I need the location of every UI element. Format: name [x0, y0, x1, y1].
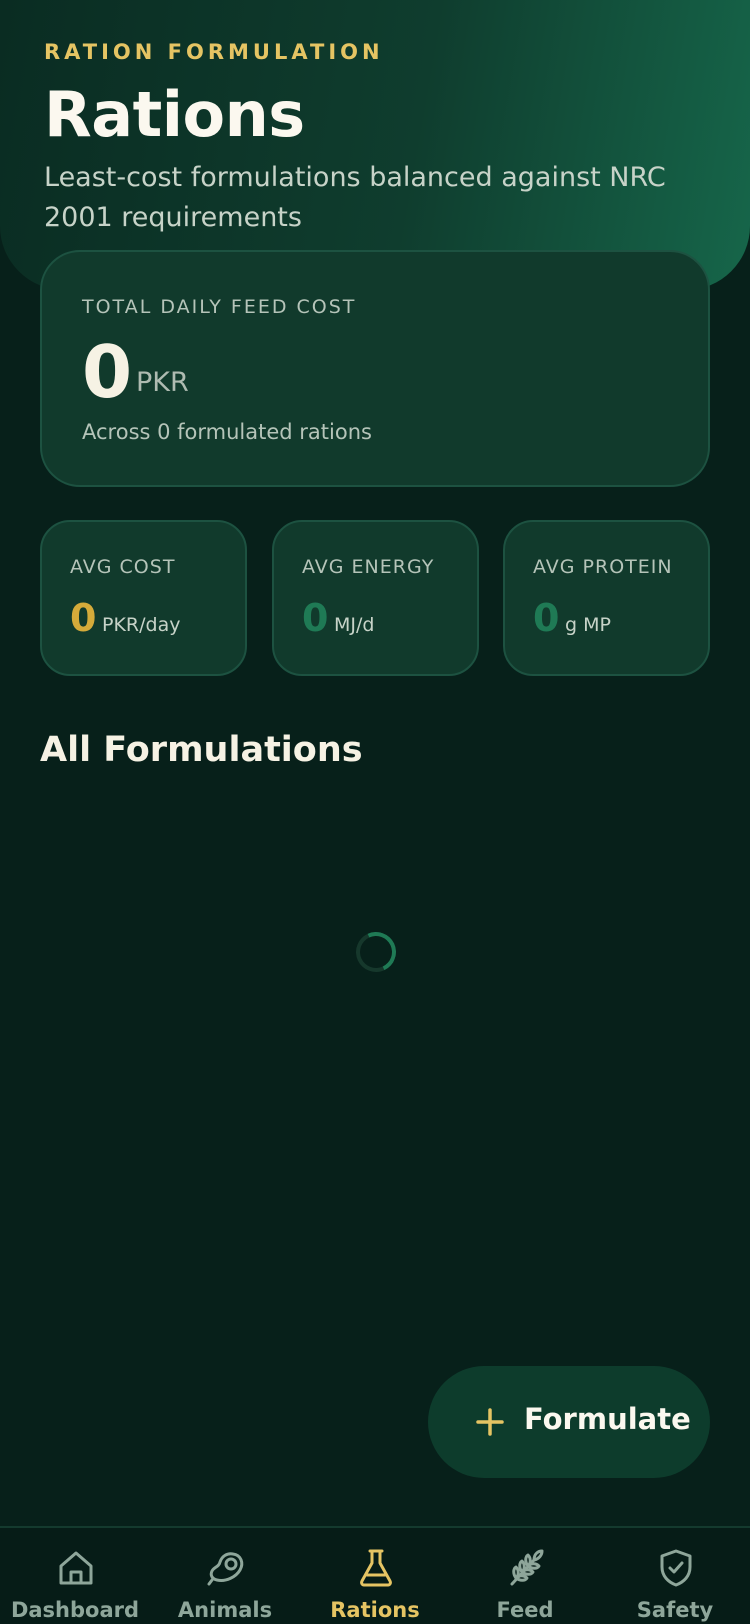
page-title: Rations: [44, 78, 305, 151]
shield-check-icon: [660, 1549, 692, 1587]
total-cost-card: TOTAL DAILY FEED COST 0 PKR Across 0 for…: [40, 250, 710, 487]
stat-card-avg-energy: AVG ENERGY 0 MJ/d: [272, 520, 479, 676]
loading-spinner: [350, 926, 402, 978]
total-cost-label: TOTAL DAILY FEED COST: [82, 296, 357, 318]
stat-value: 0: [533, 596, 560, 640]
section-eyebrow: RATION FORMULATION: [44, 40, 384, 64]
home-icon: [59, 1551, 93, 1585]
tab-rations[interactable]: Rations: [300, 1528, 450, 1624]
stat-unit: g MP: [565, 614, 611, 636]
total-cost-value: 0: [82, 330, 133, 414]
stat-label: AVG COST: [70, 556, 176, 578]
plus-icon: [476, 1408, 504, 1436]
stat-card-avg-cost: AVG COST 0 PKR/day: [40, 520, 247, 676]
tab-animals[interactable]: Animals: [150, 1528, 300, 1624]
section-title: All Formulations: [40, 730, 363, 770]
tab-label: Feed: [496, 1598, 554, 1622]
stat-unit: MJ/d: [334, 614, 375, 636]
stat-value: 0: [302, 596, 329, 640]
total-cost-note: Across 0 formulated rations: [82, 420, 372, 444]
meat-icon: [207, 1552, 244, 1586]
page-subtitle: Least-cost formulations balanced against…: [44, 162, 666, 233]
formulate-button[interactable]: Formulate: [428, 1366, 710, 1478]
stat-card-avg-protein: AVG PROTEIN 0 g MP: [503, 520, 710, 676]
header-banner: RATION FORMULATION Rations Least-cost fo…: [0, 0, 750, 290]
flask-icon: [360, 1549, 392, 1587]
tab-label: Safety: [636, 1598, 714, 1622]
bottom-tab-bar: Dashboard Animals Rations Feed Safety: [0, 1526, 750, 1624]
wheat-icon: [510, 1549, 544, 1586]
tab-label: Dashboard: [10, 1598, 140, 1622]
stat-label: AVG PROTEIN: [533, 556, 673, 578]
tab-dashboard[interactable]: Dashboard: [0, 1528, 150, 1624]
rations-screen: RATION FORMULATION Rations Least-cost fo…: [0, 0, 750, 1624]
stat-unit: PKR/day: [102, 614, 181, 636]
total-cost-unit: PKR: [136, 367, 189, 398]
stat-label: AVG ENERGY: [302, 556, 435, 578]
formulate-button-label: Formulate: [524, 1402, 691, 1436]
stat-value: 0: [70, 596, 97, 640]
tab-label: Rations: [330, 1598, 420, 1622]
tab-label: Animals: [177, 1598, 273, 1622]
tab-safety[interactable]: Safety: [600, 1528, 750, 1624]
tab-feed[interactable]: Feed: [450, 1528, 600, 1624]
